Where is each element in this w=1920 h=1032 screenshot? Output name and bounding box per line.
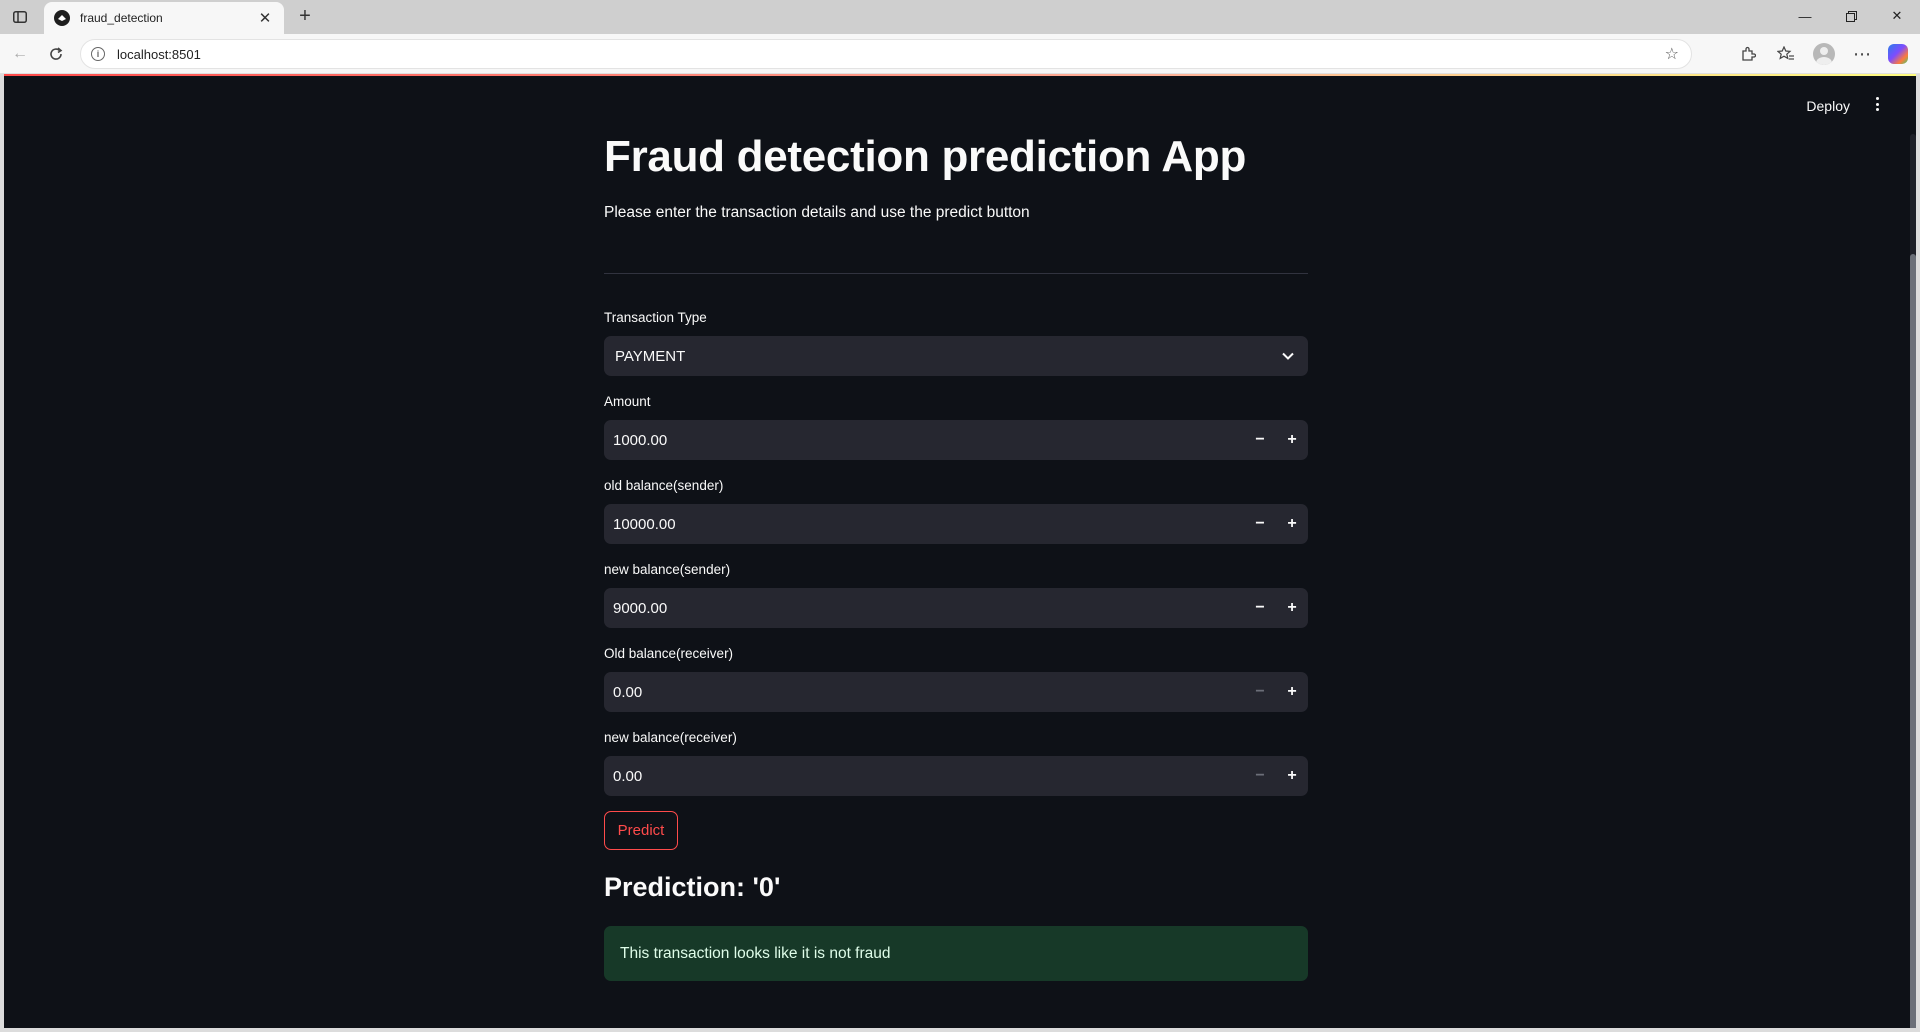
amount-decrement-icon[interactable]: − (1244, 420, 1276, 460)
old-balance-sender-value: 10000.00 (613, 515, 676, 533)
site-info-icon[interactable]: i (91, 47, 105, 61)
app-viewport: Deploy Fraud detection prediction App Pl… (4, 74, 1916, 1028)
tab-actions-icon[interactable] (8, 6, 32, 28)
more-menu-icon[interactable]: ⋯ (1848, 42, 1876, 66)
tab-close-icon[interactable]: ✕ (256, 9, 274, 27)
new-balance-sender-decrement-icon[interactable]: − (1244, 588, 1276, 628)
transaction-type-select[interactable]: PAYMENT (604, 336, 1308, 376)
deploy-button[interactable]: Deploy (1806, 98, 1850, 114)
page-subtitle: Please enter the transaction details and… (604, 204, 1030, 221)
favorite-star-icon[interactable]: ☆ (1665, 44, 1679, 64)
back-icon[interactable]: ← (6, 42, 34, 66)
divider (604, 273, 1308, 274)
old-balance-receiver-increment-icon[interactable]: + (1276, 672, 1308, 712)
new-balance-sender-increment-icon[interactable]: + (1276, 588, 1308, 628)
close-window-icon[interactable]: ✕ (1874, 0, 1920, 32)
old-balance-sender-decrement-icon[interactable]: − (1244, 504, 1276, 544)
browser-toolbar: ← i localhost:8501 ☆ ⋯ (0, 34, 1920, 74)
success-alert: This transaction looks like it is not fr… (604, 926, 1308, 981)
old-balance-sender-input[interactable]: 10000.00 − + (604, 504, 1308, 544)
favorites-icon[interactable] (1772, 42, 1800, 66)
header-decoration (4, 74, 1916, 76)
extensions-icon[interactable] (1734, 42, 1762, 66)
streamlit-favicon-icon (54, 10, 70, 26)
amount-label: Amount (604, 394, 651, 409)
profile-icon[interactable] (1810, 42, 1838, 66)
page-title: Fraud detection prediction App (604, 132, 1247, 181)
transaction-type-value: PAYMENT (615, 347, 686, 365)
chevron-down-icon (1268, 336, 1308, 376)
address-bar[interactable]: i localhost:8501 ☆ (80, 39, 1692, 69)
new-balance-receiver-label: new balance(receiver) (604, 730, 737, 745)
new-balance-sender-value: 9000.00 (613, 599, 668, 617)
old-balance-receiver-value: 0.00 (613, 683, 643, 701)
main-menu-icon[interactable] (1870, 94, 1884, 114)
new-tab-icon[interactable]: + (292, 5, 318, 29)
url-text: localhost:8501 (117, 46, 201, 62)
browser-tab-bar: fraud_detection ✕ + — ✕ (0, 0, 1920, 34)
new-balance-sender-label: new balance(sender) (604, 562, 731, 577)
old-balance-receiver-input[interactable]: 0.00 − + (604, 672, 1308, 712)
old-balance-sender-increment-icon[interactable]: + (1276, 504, 1308, 544)
predict-button[interactable]: Predict (604, 811, 678, 850)
minimize-icon[interactable]: — (1782, 0, 1828, 32)
amount-input[interactable]: 1000.00 − + (604, 420, 1308, 460)
avatar (1813, 43, 1835, 65)
new-balance-sender-input[interactable]: 9000.00 − + (604, 588, 1308, 628)
restore-icon[interactable] (1828, 0, 1874, 32)
tab-title: fraud_detection (80, 11, 163, 25)
new-balance-receiver-decrement-icon[interactable]: − (1244, 756, 1276, 796)
amount-value: 1000.00 (613, 431, 668, 449)
transaction-type-label: Transaction Type (604, 310, 707, 325)
new-balance-receiver-value: 0.00 (613, 767, 643, 785)
new-balance-receiver-input[interactable]: 0.00 − + (604, 756, 1308, 796)
copilot-icon[interactable] (1884, 42, 1912, 66)
old-balance-receiver-decrement-icon[interactable]: − (1244, 672, 1276, 712)
reload-icon[interactable] (42, 42, 70, 66)
new-balance-receiver-increment-icon[interactable]: + (1276, 756, 1308, 796)
page-scrollbar[interactable] (1910, 134, 1916, 1028)
prediction-heading: Prediction: '0' (604, 872, 781, 902)
old-balance-sender-label: old balance(sender) (604, 478, 724, 493)
success-alert-text: This transaction looks like it is not fr… (620, 944, 891, 962)
browser-tab[interactable]: fraud_detection ✕ (44, 2, 284, 34)
old-balance-receiver-label: Old balance(receiver) (604, 646, 734, 661)
amount-increment-icon[interactable]: + (1276, 420, 1308, 460)
